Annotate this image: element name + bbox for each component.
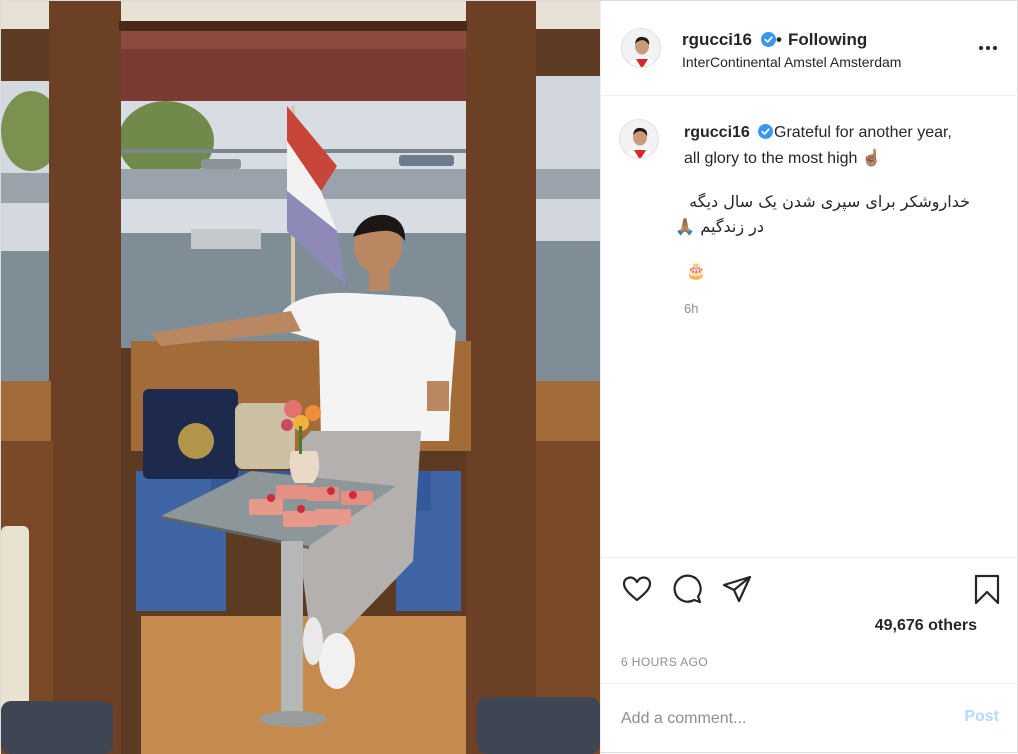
post-comment-button[interactable]: Post (964, 708, 999, 726)
post-timestamp[interactable]: 6 HOURS AGO (621, 655, 708, 669)
caption-text-line-1: Grateful for another year, (774, 124, 952, 141)
caption-persian-line-2: در زندگیم 🙏🏽 (675, 217, 764, 236)
comment-form: Post (601, 683, 1018, 754)
caption-time-ago[interactable]: 6h (684, 301, 698, 316)
header-username-text[interactable]: rgucci16 (682, 30, 752, 49)
post-header: rgucci16 • Following InterContinental Ams… (601, 1, 1018, 96)
caption-section: rgucci16 Grateful for another year, all … (601, 97, 1018, 557)
caption-username-text[interactable]: rgucci16 (684, 124, 750, 141)
caption-username[interactable]: rgucci16 (684, 124, 774, 142)
more-options-icon[interactable] (977, 37, 999, 59)
caption-avatar[interactable] (619, 119, 659, 159)
post-sidebar: rgucci16 • Following InterContinental Ams… (600, 1, 1018, 754)
bookmark-icon[interactable] (971, 573, 1003, 605)
heart-icon[interactable] (621, 573, 653, 605)
verified-badge-icon (760, 32, 776, 47)
avatar-image (622, 29, 660, 67)
action-bar (601, 557, 1018, 613)
caption-persian-line-1: خداروشکر برای سپری شدن یک سال دیگه (689, 192, 970, 211)
follow-separator: • (776, 30, 782, 49)
location-link[interactable]: InterContinental Amstel Amsterdam (682, 54, 901, 70)
share-icon[interactable] (721, 573, 753, 605)
post-photo[interactable] (1, 1, 600, 754)
likes-count[interactable]: 49,676 others (601, 617, 977, 635)
post-photo-illustration (1, 1, 600, 754)
header-username[interactable]: rgucci16 (682, 30, 776, 50)
follow-status[interactable]: • Following (776, 30, 867, 50)
following-button[interactable]: Following (788, 30, 867, 49)
caption-text-line-2: all glory to the most high ☝🏽 (684, 150, 882, 167)
comment-icon[interactable] (671, 573, 703, 605)
caption-emoji-line: 🎂 (686, 263, 706, 280)
instagram-post: rgucci16 • Following InterContinental Ams… (0, 0, 1018, 754)
verified-badge-icon (758, 124, 774, 139)
comment-input[interactable] (621, 704, 941, 734)
profile-avatar[interactable] (621, 28, 661, 68)
avatar-image (620, 120, 658, 158)
